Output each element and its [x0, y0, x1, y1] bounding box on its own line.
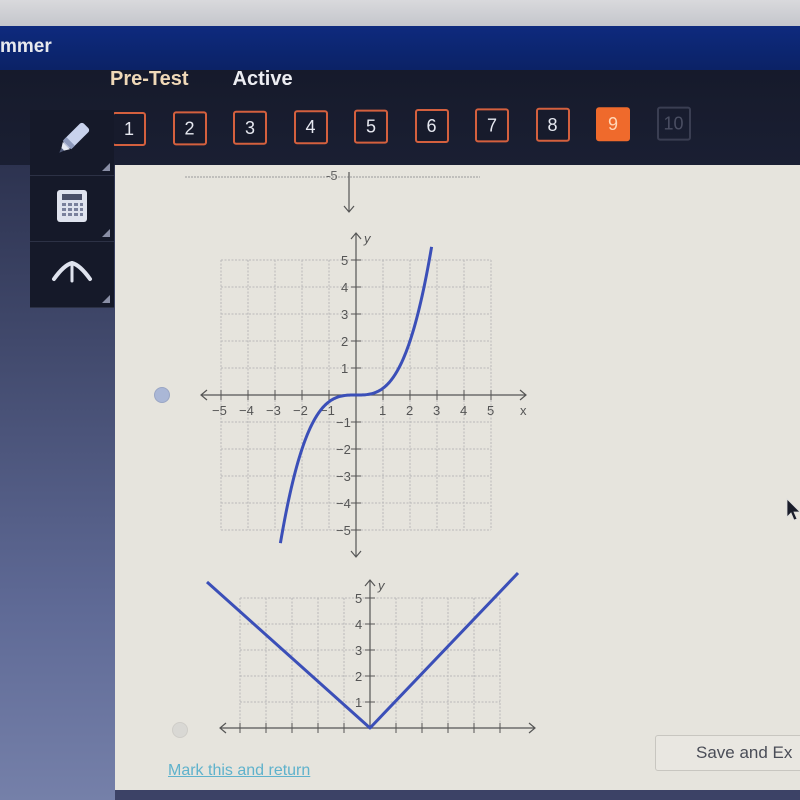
x-tick-label: 2 — [406, 403, 413, 418]
x-tick-label: 5 — [487, 403, 494, 418]
y-axis-label: y — [363, 231, 372, 246]
previous-graph-fragment: -5 — [185, 168, 480, 213]
x-tick-label: 1 — [379, 403, 386, 418]
x-tick-label: 4 — [460, 403, 467, 418]
y-tick-label: 5 — [355, 591, 362, 606]
y-tick-label: −2 — [336, 442, 351, 457]
y-tick-label: 1 — [355, 695, 362, 710]
y-tick-label: 3 — [341, 307, 348, 322]
mark-and-return-link[interactable]: Mark this and return — [168, 762, 310, 780]
answer-option-1-radio[interactable] — [154, 387, 170, 403]
y-tick-label: −4 — [336, 496, 351, 511]
answer-option-2-radio[interactable] — [172, 722, 188, 738]
x-tick-label: −4 — [239, 403, 254, 418]
y-tick-label: 2 — [355, 669, 362, 684]
y-tick-label: −1 — [336, 415, 351, 430]
x-tick-label: −2 — [293, 403, 308, 418]
x-axis-label: x — [520, 403, 527, 418]
x-tick-label: −3 — [266, 403, 281, 418]
y-tick-label: 1 — [341, 361, 348, 376]
save-and-exit-button[interactable]: Save and Ex — [655, 735, 800, 771]
partial-tick-label: -5 — [326, 168, 338, 183]
y-tick-label: 4 — [341, 280, 348, 295]
x-tick-label: −5 — [212, 403, 227, 418]
y-tick-label: 4 — [355, 617, 362, 632]
mouse-cursor-icon — [786, 498, 800, 527]
graph-option-1: −5 −4 −3 −2 −1 1 2 3 4 554321−1−2−3−4−5yx — [200, 231, 527, 558]
app-root: mmer Pre-Test Active 1 2 3 4 5 6 7 8 9 10 — [0, 0, 800, 800]
graph-option-2: 5 4 3 2 1 y — [205, 571, 536, 734]
answer-graphs: -5 −5 −4 −3 −2 −1 1 2 3 4 554321−1−2−3−4−5yx 5432… — [185, 168, 536, 734]
y-tick-label: −5 — [336, 523, 351, 538]
y-tick-label: 3 — [355, 643, 362, 658]
y-tick-label: 5 — [341, 253, 348, 268]
y-tick-label: 2 — [341, 334, 348, 349]
y-tick-label: −3 — [336, 469, 351, 484]
x-tick-label: 3 — [433, 403, 440, 418]
y-axis-label: y — [377, 578, 386, 593]
